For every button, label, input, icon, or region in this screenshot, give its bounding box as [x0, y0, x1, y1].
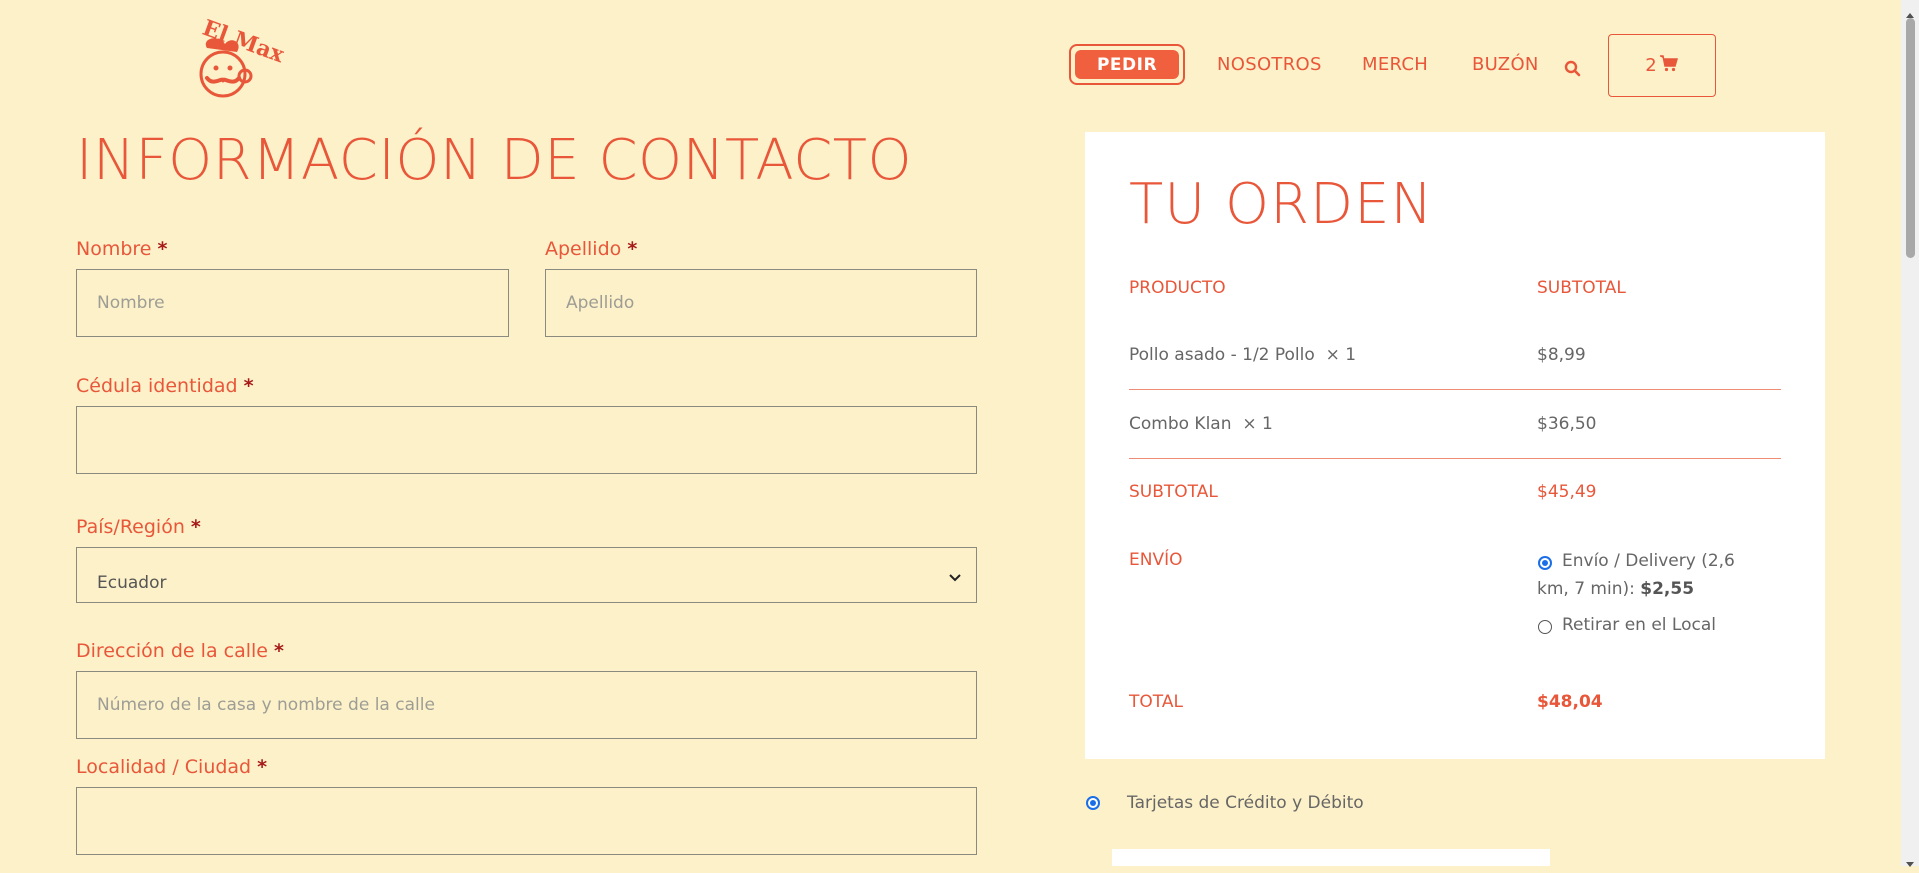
- payment-form-box: [1112, 849, 1550, 866]
- shipping-pickup-option[interactable]: Retirar en el Local: [1562, 611, 1716, 639]
- shipping-delivery-option[interactable]: Envío / Delivery (2,6 km, 7 min): $2,55: [1537, 547, 1772, 603]
- order-title: TU ORDEN: [1129, 172, 1434, 237]
- cart-count: 2: [1645, 55, 1657, 76]
- row-divider: [1129, 458, 1781, 459]
- id-card-input[interactable]: [76, 406, 977, 474]
- total-label: TOTAL: [1129, 692, 1183, 712]
- street-input[interactable]: [76, 671, 977, 739]
- cart-button[interactable]: 2: [1608, 34, 1716, 97]
- contact-title: INFORMACIÓN DE CONTACTO: [76, 128, 913, 193]
- col-product-header: PRODUCTO: [1129, 278, 1226, 298]
- first-name-label: Nombre *: [76, 238, 168, 260]
- subtotal-label: SUBTOTAL: [1129, 482, 1218, 502]
- order-item-name: Pollo asado - 1/2 Pollo × 1: [1129, 345, 1357, 365]
- scroll-down-icon[interactable]: [1905, 854, 1915, 867]
- order-item-price: $36,50: [1537, 414, 1597, 434]
- nav-mailbox[interactable]: BUZÓN: [1472, 54, 1539, 75]
- street-label: Dirección de la calle *: [76, 640, 284, 662]
- last-name-input[interactable]: [545, 269, 977, 337]
- order-item-price: $8,99: [1537, 345, 1586, 365]
- first-name-input[interactable]: [76, 269, 509, 337]
- row-divider: [1129, 389, 1781, 390]
- id-card-label: Cédula identidad *: [76, 375, 254, 397]
- nav-merch[interactable]: MERCH: [1362, 54, 1428, 75]
- city-label: Localidad / Ciudad *: [76, 756, 268, 778]
- country-select[interactable]: Ecuador: [76, 547, 977, 603]
- total-value: $48,04: [1537, 692, 1603, 712]
- payment-card-label[interactable]: Tarjetas de Crédito y Débito: [1127, 793, 1364, 813]
- order-nav-label: PEDIR: [1075, 50, 1179, 79]
- payment-card-radio[interactable]: [1086, 796, 1100, 810]
- order-item-name: Combo Klan × 1: [1129, 414, 1273, 434]
- scrollbar-thumb[interactable]: [1906, 18, 1915, 258]
- shipping-label: ENVÍO: [1129, 550, 1183, 570]
- search-icon[interactable]: [1564, 60, 1582, 78]
- order-nav-button[interactable]: PEDIR: [1069, 44, 1185, 85]
- last-name-label: Apellido *: [545, 238, 638, 260]
- city-input[interactable]: [76, 787, 977, 855]
- country-label: País/Región *: [76, 516, 201, 538]
- chevron-down-icon: [948, 568, 962, 582]
- country-selected-value: Ecuador: [97, 573, 167, 593]
- subtotal-value: $45,49: [1537, 482, 1597, 502]
- scroll-up-icon[interactable]: [1905, 4, 1915, 18]
- shipping-pickup-radio[interactable]: [1538, 620, 1552, 634]
- col-subtotal-header: SUBTOTAL: [1537, 278, 1626, 298]
- logo[interactable]: El Max: [185, 15, 288, 116]
- nav-about[interactable]: NOSOTROS: [1217, 54, 1322, 75]
- cart-icon: [1659, 54, 1679, 77]
